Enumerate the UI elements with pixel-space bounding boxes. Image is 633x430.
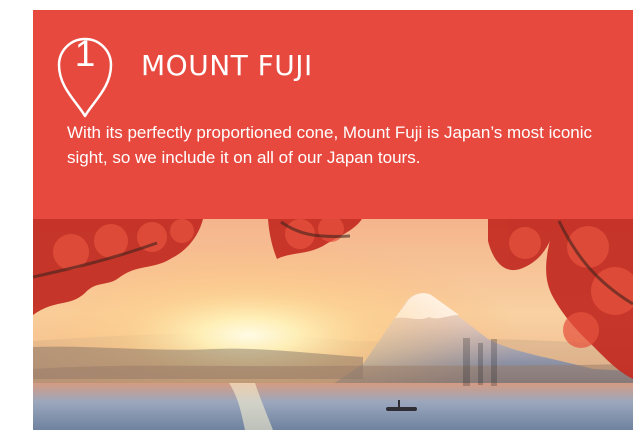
mount-fuji-photo (33, 219, 633, 430)
attraction-description: With its perfectly proportioned cone, Mo… (67, 123, 593, 167)
attraction-title: MOUNT FUJI (141, 49, 313, 82)
attraction-card: 1 MOUNT FUJI With its perfectly proporti… (33, 10, 633, 430)
attraction-number: 1 (74, 33, 96, 74)
attraction-header: 1 MOUNT FUJI With its perfectly proporti… (33, 10, 633, 219)
mount-fuji-illustration (33, 219, 633, 430)
